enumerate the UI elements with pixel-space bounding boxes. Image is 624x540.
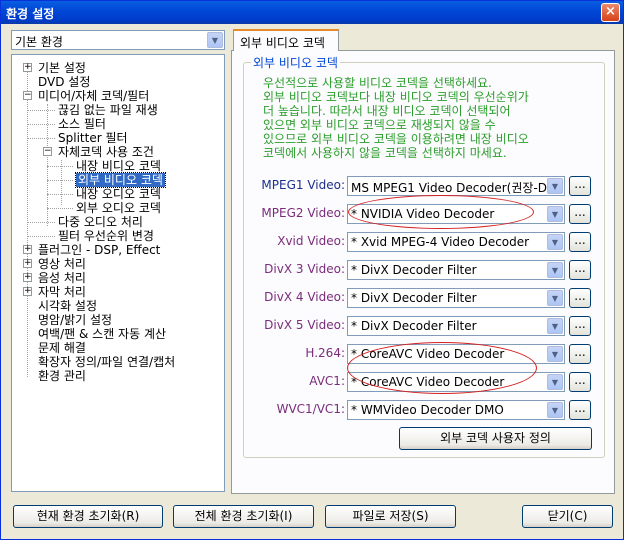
codec-properties-button[interactable]: ... [569, 176, 591, 196]
tree-item[interactable]: 미디어/자체 코덱/필터 [38, 89, 149, 103]
chevron-down-icon[interactable]: ▼ [547, 262, 563, 278]
codec-label: H.264: [305, 346, 345, 360]
codec-properties-button[interactable]: ... [569, 204, 591, 224]
tree-item[interactable]: 소스 필터 [58, 117, 106, 131]
codec-properties-button[interactable]: ... [569, 344, 591, 364]
chevron-down-icon[interactable]: ▼ [547, 402, 563, 418]
chevron-down-icon[interactable]: ▼ [547, 346, 563, 362]
description-line: 더 높습니다. 따라서 내장 비디오 코덱이 선택되어 [263, 104, 511, 118]
tree-item[interactable]: 음성 처리 [38, 271, 86, 285]
chevron-down-icon[interactable]: ▼ [547, 178, 563, 194]
codec-value: MS MPEG1 Video Decoder(권장-D [351, 181, 547, 195]
codec-label: DivX 5 Video: [264, 318, 345, 332]
codec-label: DivX 3 Video: [264, 262, 345, 276]
tree-expander-icon[interactable]: − [43, 147, 52, 156]
tree-expander-icon[interactable]: + [23, 245, 32, 254]
preset-dropdown[interactable]: 기본 환경 ▼ [11, 30, 225, 50]
codec-value: * DivX Decoder Filter [351, 291, 477, 305]
codec-dropdown[interactable]: * DivX Decoder Filter ▼ [347, 288, 565, 308]
tree-item[interactable]: 외부 비디오 코덱 [75, 172, 166, 188]
tree-item[interactable]: 명암/밝기 설정 [38, 313, 112, 327]
tree-item[interactable]: 필터 우선순위 변경 [58, 229, 154, 243]
tree-expander-icon[interactable]: + [23, 63, 32, 72]
tree-item[interactable]: 환경 관리 [38, 369, 86, 383]
reset-current-button[interactable]: 현재 환경 초기화(R) [13, 505, 163, 528]
codec-label: MPEG1 Video: [261, 178, 345, 192]
codec-value: * DivX Decoder Filter [351, 319, 477, 333]
custom-codec-button[interactable]: 외부 코덱 사용자 정의 [399, 427, 592, 450]
codec-label: Xvid Video: [277, 234, 345, 248]
codec-dropdown[interactable]: MS MPEG1 Video Decoder(권장-D ▼ [347, 176, 565, 196]
chevron-down-icon[interactable]: ▼ [547, 374, 563, 390]
tree-item[interactable]: 끊김 없는 파일 재생 [58, 103, 158, 117]
settings-window: 환경 설정 × 기본 환경 ▼ + 기본 설정 DVD 설정 − 미디어/자체 코덱/필… [0, 0, 624, 540]
codec-properties-button[interactable]: ... [569, 260, 591, 280]
tree-item[interactable]: 여백/팬 & 스캔 자동 계산 [38, 327, 166, 341]
tree-item[interactable]: DVD 설정 [38, 75, 90, 89]
description-line: 있으므로 외부 비디오 코덱을 이용하려면 내장 비디오 [263, 132, 529, 146]
codec-label: MPEG2 Video: [261, 206, 345, 220]
tree-item[interactable]: 문제 해결 [38, 341, 86, 355]
chevron-down-icon[interactable]: ▼ [547, 318, 563, 334]
description-line: 코덱에서 사용하지 않을 코덱을 선택하지 마세요. [263, 146, 507, 160]
codec-label: AVC1: [309, 374, 345, 388]
tree-expander-icon[interactable]: + [23, 259, 32, 268]
codec-properties-button[interactable]: ... [569, 288, 591, 308]
chevron-down-icon[interactable]: ▼ [547, 206, 563, 222]
tree-item[interactable]: 내장 비디오 코덱 [76, 159, 161, 173]
chevron-down-icon[interactable]: ▼ [207, 32, 223, 48]
tree-item[interactable]: 내장 오디오 코덱 [76, 187, 161, 201]
codec-dropdown[interactable]: * DivX Decoder Filter ▼ [347, 260, 565, 280]
tree-item[interactable]: 플러그인 - DSP, Effect [38, 243, 160, 257]
description-line: 있으면 외부 비디오 코덱으로 재생되지 않을 수 [263, 118, 496, 132]
codec-dropdown[interactable]: * WMVideo Decoder DMO ▼ [347, 400, 565, 420]
codec-dropdown[interactable]: * DivX Decoder Filter ▼ [347, 316, 565, 336]
tree-item[interactable]: 기본 설정 [38, 61, 86, 75]
tree-expander-icon[interactable]: + [23, 273, 32, 282]
codec-value: * Xvid MPEG-4 Video Decoder [351, 235, 530, 249]
close-button[interactable]: 닫기(C) [522, 505, 613, 528]
tree-item[interactable]: Splitter 필터 [58, 131, 128, 145]
codec-value: * WMVideo Decoder DMO [351, 403, 504, 417]
tree-item[interactable]: 다중 오디오 처리 [58, 215, 143, 229]
codec-properties-button[interactable]: ... [569, 372, 591, 392]
tree-item[interactable]: 시각화 설정 [38, 299, 97, 313]
settings-tree[interactable]: + 기본 설정 DVD 설정 − 미디어/자체 코덱/필터 끊김 없는 파일 재생 소스 필… [11, 54, 225, 492]
codec-properties-button[interactable]: ... [569, 316, 591, 336]
tree-item[interactable]: 자체코덱 사용 조건 [58, 145, 154, 159]
tree-item[interactable]: 외부 오디오 코덱 [76, 201, 161, 215]
description-line: 우선적으로 사용할 비디오 코덱을 선택하세요. [263, 76, 492, 90]
tree-item[interactable]: 영상 처리 [38, 257, 86, 271]
tree-item[interactable]: 자막 처리 [38, 285, 86, 299]
title-bar[interactable]: 환경 설정 × [1, 1, 623, 24]
chevron-down-icon[interactable]: ▼ [547, 290, 563, 306]
window-title: 환경 설정 [6, 7, 55, 21]
tab-external-video-codec[interactable]: 외부 비디오 코덱 [233, 29, 339, 51]
annotation-ellipse [348, 195, 534, 229]
tree-item[interactable]: 확장자 정의/파일 연결/캡처 [38, 355, 175, 369]
codec-value: * DivX Decoder Filter [351, 263, 477, 277]
save-to-file-button[interactable]: 파일로 저장(S) [325, 505, 456, 528]
codec-label: DivX 4 Video: [264, 290, 345, 304]
close-window-button[interactable]: × [601, 3, 620, 22]
codec-properties-button[interactable]: ... [569, 400, 591, 420]
codec-dropdown[interactable]: * Xvid MPEG-4 Video Decoder ▼ [347, 232, 565, 252]
codec-label: WVC1/VC1: [276, 402, 345, 416]
annotation-ellipse [347, 342, 537, 394]
preset-value: 기본 환경 [15, 35, 63, 49]
description-text: 우선적으로 사용할 비디오 코덱을 선택하세요. 외부 비디오 코덱보다 내장 … [263, 76, 593, 160]
tree-expander-icon[interactable]: + [23, 287, 32, 296]
codec-properties-button[interactable]: ... [569, 232, 591, 252]
group-title: 외부 비디오 코덱 [251, 54, 340, 71]
description-line: 외부 비디오 코덱보다 내장 비디오 코덱의 우선순위가 [263, 90, 529, 104]
tree-expander-icon[interactable]: − [23, 91, 32, 100]
chevron-down-icon[interactable]: ▼ [547, 234, 563, 250]
reset-all-button[interactable]: 전체 환경 초기화(I) [173, 505, 314, 528]
